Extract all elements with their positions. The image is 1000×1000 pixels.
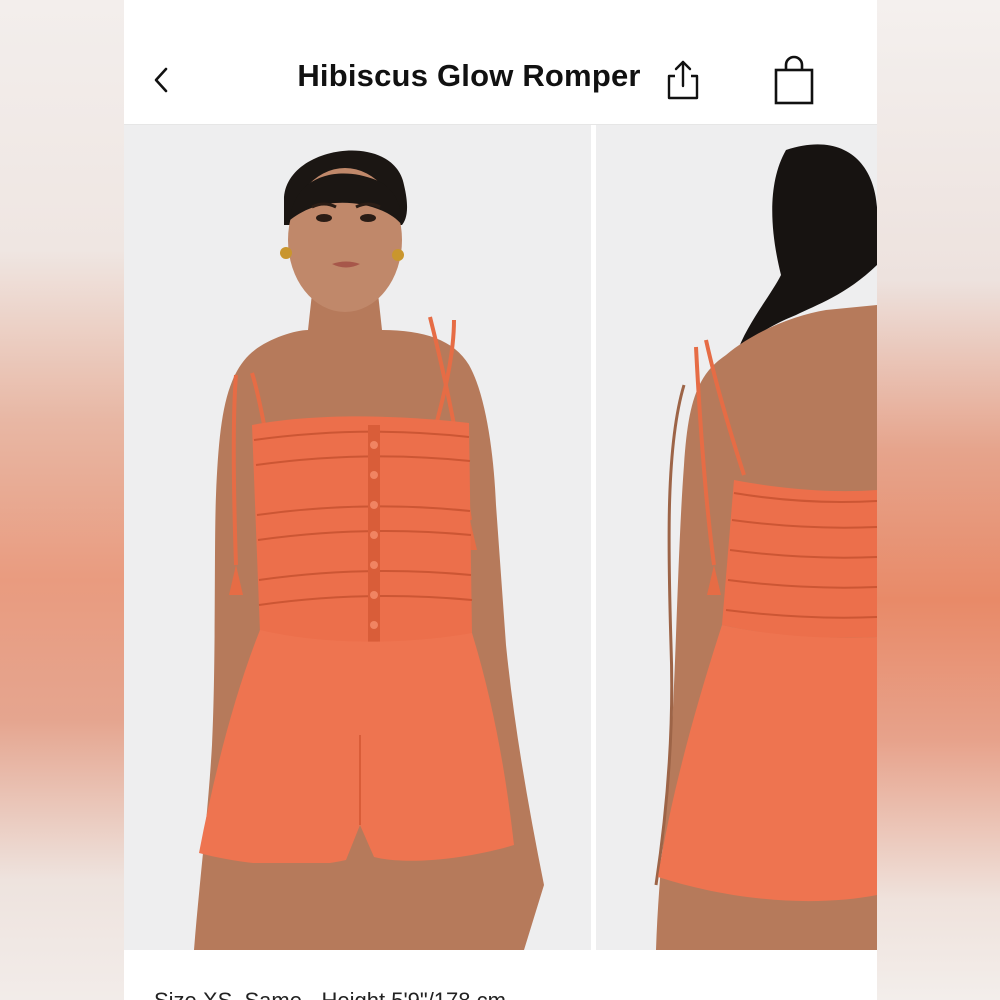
model-size-text: Size XS. Same - Height 5'9"/178 cm — [154, 988, 506, 1000]
chevron-left-icon — [154, 67, 168, 93]
page-title: Hibiscus Glow Romper — [297, 58, 641, 93]
share-button[interactable] — [664, 58, 702, 102]
back-button[interactable] — [150, 62, 172, 98]
share-icon — [667, 60, 699, 100]
product-screen: Hibiscus Glow Romper — [124, 0, 877, 1000]
top-navigation-bar: Hibiscus Glow Romper — [124, 0, 877, 125]
shopping-bag-button[interactable] — [772, 54, 816, 106]
front-view-photo[interactable] — [124, 125, 591, 950]
blurred-background-left — [0, 0, 124, 1000]
front-model-illustration — [124, 125, 591, 950]
shopping-bag-icon — [774, 55, 814, 105]
blurred-background-right — [876, 0, 1000, 1000]
back-model-illustration — [596, 125, 877, 950]
product-image-gallery[interactable] — [124, 125, 877, 1000]
product-details-section: Size XS. Same - Height 5'9"/178 cm — [124, 950, 877, 1000]
back-view-photo[interactable] — [596, 125, 877, 950]
